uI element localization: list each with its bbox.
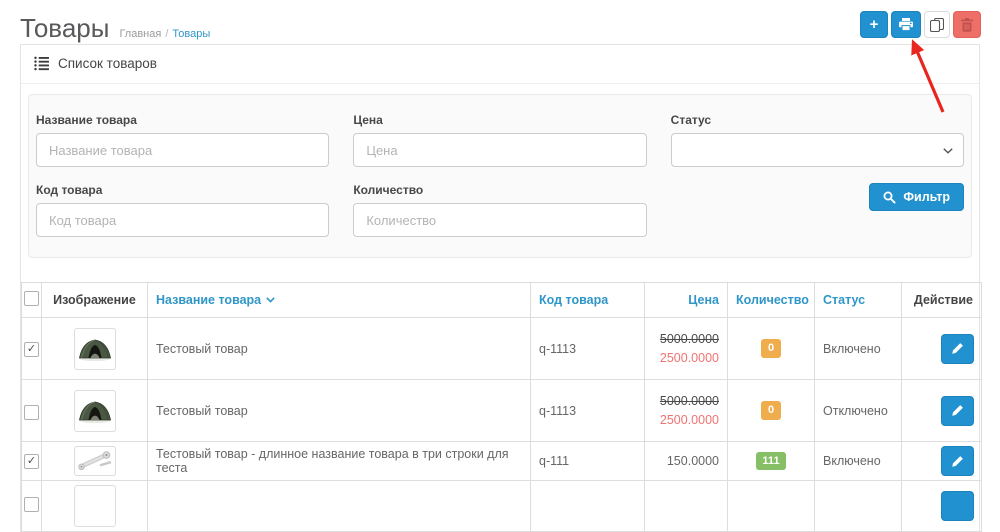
- column-status-sort[interactable]: Статус: [823, 293, 865, 307]
- quantity-badge: 111: [756, 452, 785, 470]
- tent-image: [76, 392, 114, 430]
- product-name: Тестовый товар - длинное название товара…: [148, 442, 531, 481]
- page-title: Товары: [20, 13, 109, 43]
- table-row: Тестовый товар q-1113 5000.0000 2500.000…: [22, 380, 982, 442]
- status-text: Включено: [815, 442, 902, 481]
- product-name: Тестовый товар: [148, 380, 531, 442]
- toolbar: +: [860, 11, 981, 38]
- pencil-icon: [951, 342, 964, 355]
- auto-part-image: [76, 448, 114, 474]
- filter-model-input[interactable]: [36, 203, 329, 237]
- edit-button[interactable]: [941, 446, 974, 476]
- row-checkbox[interactable]: [24, 405, 39, 420]
- old-price: 5000.0000: [653, 330, 719, 348]
- price: 150.0000: [667, 454, 719, 468]
- filter-button-wrap: Фильтр: [671, 183, 964, 237]
- list-icon: [34, 56, 49, 71]
- edit-button[interactable]: [941, 396, 974, 426]
- filter-quantity-input[interactable]: [353, 203, 646, 237]
- filter-button[interactable]: Фильтр: [869, 183, 964, 211]
- delete-button[interactable]: [953, 11, 981, 38]
- filter-price-input[interactable]: [353, 133, 646, 167]
- filter-quantity-label: Количество: [353, 183, 646, 197]
- trash-icon: [961, 18, 973, 32]
- product-price: 5000.0000 2500.0000: [645, 318, 728, 380]
- product-price: 5000.0000 2500.0000: [645, 380, 728, 442]
- products-table: Изображение Название товара Код товара Ц…: [21, 282, 982, 532]
- panel-heading: Список товаров: [21, 45, 979, 84]
- table-row: [22, 481, 982, 532]
- search-icon: [883, 191, 896, 204]
- panel-body: Название товара Цена Статус Код товара: [21, 84, 979, 258]
- printer-icon: [899, 18, 913, 31]
- filter-model-label: Код товара: [36, 183, 329, 197]
- quantity-badge: 0: [761, 401, 781, 419]
- filter-name-input[interactable]: [36, 133, 329, 167]
- filter-group-status: Статус: [671, 113, 964, 167]
- table-row: ✓ Тестовый товар q-: [22, 318, 982, 380]
- row-checkbox[interactable]: ✓: [24, 342, 39, 357]
- filter-status-select[interactable]: [671, 133, 964, 167]
- filter-group-price: Цена: [353, 113, 646, 167]
- product-name: Тестовый товар: [148, 318, 531, 380]
- special-price: 2500.0000: [653, 349, 719, 367]
- column-name-sort[interactable]: Название товара: [156, 293, 275, 307]
- product-list-panel: Список товаров Название товара Цена Стат…: [20, 44, 980, 532]
- product-model: q-111: [531, 442, 645, 481]
- filter-well: Название товара Цена Статус Код товара: [28, 94, 972, 258]
- edit-button[interactable]: [941, 491, 974, 521]
- column-quantity-sort[interactable]: Количество: [736, 293, 809, 307]
- print-button[interactable]: [891, 11, 921, 38]
- copy-button[interactable]: [924, 11, 950, 38]
- product-price: 150.0000: [645, 442, 728, 481]
- plus-icon: +: [870, 17, 879, 32]
- row-checkbox[interactable]: ✓: [24, 454, 39, 469]
- column-model-sort[interactable]: Код товара: [539, 293, 608, 307]
- chevron-down-icon: [266, 297, 275, 303]
- select-all-checkbox[interactable]: [24, 291, 39, 306]
- table-header-row: Изображение Название товара Код товара Ц…: [22, 283, 982, 318]
- special-price: 2500.0000: [653, 411, 719, 429]
- product-model: q-1113: [531, 318, 645, 380]
- tent-image: [76, 330, 114, 368]
- status-text: Отключено: [815, 380, 902, 442]
- column-image: Изображение: [42, 283, 148, 318]
- table-row: ✓: [22, 442, 982, 481]
- quantity-badge: 0: [761, 339, 781, 357]
- filter-price-label: Цена: [353, 113, 646, 127]
- pencil-icon: [951, 455, 964, 468]
- breadcrumb-separator: /: [165, 28, 168, 40]
- breadcrumb: Главная / Товары: [119, 28, 210, 40]
- breadcrumb-home[interactable]: Главная: [119, 28, 161, 40]
- pencil-icon: [951, 404, 964, 417]
- filter-group-quantity: Количество: [353, 183, 646, 237]
- edit-button[interactable]: [941, 334, 974, 364]
- product-thumbnail: [74, 390, 116, 432]
- row-checkbox[interactable]: [24, 497, 39, 512]
- add-product-button[interactable]: +: [860, 11, 888, 38]
- column-action: Действие: [902, 283, 982, 318]
- copy-icon: [930, 18, 944, 32]
- filter-group-name: Название товара: [36, 113, 329, 167]
- filter-button-label: Фильтр: [903, 190, 950, 204]
- panel-heading-label: Список товаров: [58, 56, 157, 71]
- product-thumbnail: [74, 485, 116, 527]
- filter-group-model: Код товара: [36, 183, 329, 237]
- product-model: q-1113: [531, 380, 645, 442]
- breadcrumb-current[interactable]: Товары: [172, 28, 210, 40]
- filter-status-label: Статус: [671, 113, 964, 127]
- status-text: Включено: [815, 318, 902, 380]
- filter-name-label: Название товара: [36, 113, 329, 127]
- old-price: 5000.0000: [653, 392, 719, 410]
- chevron-down-icon: [943, 148, 953, 154]
- product-thumbnail: [74, 446, 116, 476]
- product-thumbnail: [74, 328, 116, 370]
- page-header: Товары Главная / Товары +: [0, 0, 1000, 44]
- column-price-sort[interactable]: Цена: [688, 293, 719, 307]
